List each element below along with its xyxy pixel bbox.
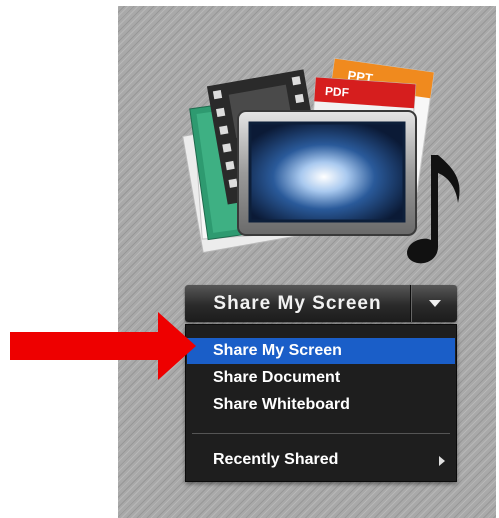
share-my-screen-button[interactable]: Share My Screen [185,285,411,322]
menu-item-share-my-screen[interactable]: Share My Screen [187,338,455,364]
monitor-screen-icon [237,110,417,236]
menu-divider [192,433,450,434]
triangle-right-icon [439,456,445,466]
menu-item-share-whiteboard[interactable]: Share Whiteboard [187,392,455,418]
menu-item-share-document[interactable]: Share Document [187,365,455,391]
share-content-illustration: PPT PDF [182,58,460,264]
pdf-label: PDF [324,84,349,100]
menu-item-recently-shared[interactable]: Recently Shared [187,447,455,473]
triangle-down-icon [428,300,441,307]
recently-shared-label: Recently Shared [213,451,339,468]
share-my-screen-split-button: Share My Screen [185,285,457,322]
red-arrow-icon [10,312,196,380]
share-dropdown-menu: Share My Screen Share Document Share Whi… [185,324,457,482]
share-options-dropdown-button[interactable] [411,285,457,322]
